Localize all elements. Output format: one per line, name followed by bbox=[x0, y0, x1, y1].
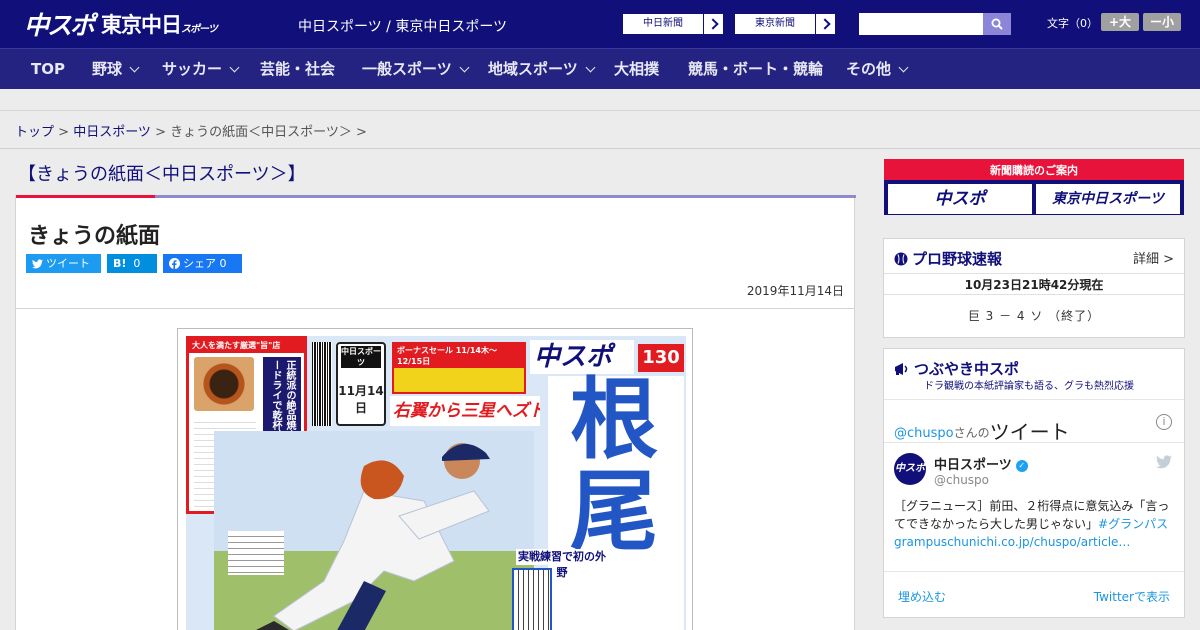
twitter-widget: つぶやき中スポ ドラ観戦の本紙評論家も語る、グラも熱烈応援 @chuspoさんの… bbox=[883, 348, 1185, 618]
article-card: きょうの紙面 ツイート B! 0 シェア 0 2019年11月14日 大人を満た… bbox=[15, 195, 856, 630]
main-nav: TOP 野球 サッカー 芸能・社会 一般スポーツ 地域スポーツ 大相撲 競馬・ボ… bbox=[0, 48, 1200, 89]
search-input[interactable] bbox=[859, 13, 983, 35]
barcode bbox=[312, 342, 332, 426]
nav-others[interactable]: その他 bbox=[846, 49, 909, 90]
megaphone-icon bbox=[895, 363, 908, 375]
sub-nav-strip bbox=[0, 89, 1200, 111]
twitter-widget-subtitle: ドラ観戦の本紙評論家も語る、グラも熱烈応援 bbox=[924, 381, 1134, 392]
search-button[interactable] bbox=[983, 13, 1011, 35]
grilled-meat-photo bbox=[194, 357, 254, 411]
twitter-widget-title: つぶやき中スポ bbox=[894, 358, 1019, 379]
masthead-date: 11月14日 bbox=[338, 384, 384, 415]
tweet-account-handle[interactable]: @chuspo bbox=[934, 473, 989, 487]
timeline-header: @chuspoさんのツイート i bbox=[884, 399, 1184, 444]
big-headline-name: 根 尾 bbox=[548, 376, 684, 630]
info-icon[interactable]: i bbox=[1156, 414, 1172, 430]
chevron-right-icon bbox=[815, 14, 835, 34]
masthead-date-plate: 中日スポーツ 11月14日 bbox=[336, 342, 386, 426]
baseball-update-time: 10月23日21時42分現在 bbox=[884, 273, 1184, 295]
chuspo-subscribe-logo[interactable]: 中スポ bbox=[888, 184, 1032, 214]
subscription-banner[interactable]: 新聞購読のご案内 中スポ 東京中日スポーツ bbox=[884, 159, 1184, 215]
chevron-down-icon bbox=[898, 62, 909, 73]
facebook-icon bbox=[169, 258, 180, 269]
baseball-icon bbox=[894, 252, 908, 266]
tweet-article-link[interactable]: grampuschunichi.co.jp/chuspo/article… bbox=[894, 535, 1130, 549]
photo-caption bbox=[228, 531, 284, 575]
site-title[interactable]: 中日スポーツ / 東京中日スポーツ bbox=[298, 16, 507, 36]
breadcrumb-top[interactable]: トップ bbox=[15, 125, 54, 140]
ad-headline: 大人を満たす厳選"旨"店 bbox=[189, 339, 304, 353]
chuspo-logo[interactable]: 中スポ bbox=[24, 6, 95, 42]
tweet-account-name[interactable]: 中日スポーツ ✓ bbox=[934, 454, 1028, 473]
hatena-icon: B! bbox=[113, 257, 127, 270]
breadcrumb-section[interactable]: 中日スポーツ bbox=[73, 125, 151, 140]
embed-link[interactable]: 埋め込む bbox=[898, 588, 946, 605]
newspaper-front-page-image[interactable]: 大人を満たす厳選"旨"店 正統派の絶品焼肉とスーパードライで乾杯！ 中日スポーツ… bbox=[177, 328, 693, 630]
subscription-heading: 新聞購読のご案内 bbox=[884, 162, 1184, 180]
timeline-handle[interactable]: @chuspoさんのツイート bbox=[894, 414, 1070, 444]
font-smaller-button[interactable]: ー小 bbox=[1143, 13, 1181, 31]
article-body-columns bbox=[512, 568, 552, 630]
font-size-label: 文字（0） bbox=[1047, 17, 1098, 30]
chevron-down-icon bbox=[129, 62, 140, 73]
nav-soccer[interactable]: サッカー bbox=[162, 49, 240, 90]
baseball-widget-title: プロ野球速報 bbox=[894, 248, 1002, 269]
search-icon bbox=[991, 18, 1003, 30]
baseball-score[interactable]: 巨 3 － 4 ソ （終了） bbox=[884, 307, 1184, 324]
top-header: 中スポ 東京中日スポーツ 中日スポーツ / 東京中日スポーツ 中日新聞 東京新聞… bbox=[0, 0, 1200, 48]
nav-local-sports[interactable]: 地域スポーツ bbox=[488, 49, 596, 90]
practice-caption: 実戦練習で初の外野 bbox=[516, 549, 608, 579]
site-logo[interactable]: 中スポ 東京中日スポーツ bbox=[24, 6, 218, 42]
card-divider bbox=[16, 308, 854, 309]
breadcrumb-current: きょうの紙面＜中日スポーツ＞ > bbox=[170, 125, 367, 140]
timeline-footer: 埋め込む Twitterで表示 bbox=[884, 571, 1184, 617]
paper-headline: 右翼から三星へズドン!! bbox=[390, 396, 540, 426]
breadcrumb: トップ > 中日スポーツ > きょうの紙面＜中日スポーツ＞ > bbox=[0, 111, 1200, 149]
tweet-button[interactable]: ツイート bbox=[26, 254, 101, 273]
twitter-icon bbox=[32, 259, 43, 269]
card-topline-accent bbox=[16, 195, 155, 198]
tweet-text: ［グラニュース］前田、２桁得点に意気込み「言ってできなかったら大した男じゃない」… bbox=[894, 499, 1170, 549]
nav-top[interactable]: TOP bbox=[31, 49, 65, 90]
nav-general-sports[interactable]: 一般スポーツ bbox=[362, 49, 470, 90]
baseball-scores-widget: プロ野球速報 詳細 > 10月23日21時42分現在 巨 3 － 4 ソ （終了… bbox=[883, 238, 1185, 338]
chevron-right-icon bbox=[703, 14, 723, 34]
chunichi-shimbun-link[interactable]: 中日新聞 bbox=[622, 13, 724, 35]
verified-badge-icon: ✓ bbox=[1015, 460, 1028, 472]
chevron-down-icon bbox=[459, 62, 470, 73]
view-on-twitter-link[interactable]: Twitterで表示 bbox=[1094, 588, 1170, 605]
nav-entertainment[interactable]: 芸能・社会 bbox=[260, 49, 335, 90]
avatar[interactable]: 中スポ bbox=[894, 453, 926, 485]
article-date: 2019年11月14日 bbox=[746, 284, 844, 298]
newspaper-page: 大人を満たす厳選"旨"店 正統派の絶品焼肉とスーパードライで乾杯！ 中日スポーツ… bbox=[186, 336, 686, 630]
chevron-down-icon bbox=[585, 62, 596, 73]
page-heading: 【きょうの紙面＜中日スポーツ＞】 bbox=[18, 164, 306, 185]
article-title: きょうの紙面 bbox=[28, 224, 161, 249]
hatena-bookmark-button[interactable]: B! 0 bbox=[107, 254, 157, 273]
nav-baseball[interactable]: 野球 bbox=[92, 49, 140, 90]
chevron-down-icon bbox=[229, 62, 240, 73]
nav-sumo[interactable]: 大相撲 bbox=[614, 49, 659, 90]
twitter-bird-icon[interactable] bbox=[1156, 455, 1172, 469]
tokyo-chunichi-logo[interactable]: 東京中日スポーツ bbox=[101, 9, 218, 39]
hashtag-link[interactable]: #グランパス bbox=[1098, 517, 1168, 531]
facebook-share-button[interactable]: シェア 0 bbox=[163, 254, 242, 273]
nav-racing[interactable]: 競馬・ボート・競輪 bbox=[688, 49, 823, 90]
tokyo-chunichi-subscribe-logo[interactable]: 東京中日スポーツ bbox=[1036, 184, 1180, 214]
font-larger-button[interactable]: +大 bbox=[1101, 13, 1139, 31]
baseball-details-link[interactable]: 詳細 > bbox=[1133, 248, 1174, 267]
masthead-logo: 中日スポーツ bbox=[341, 346, 381, 368]
tokyo-shimbun-link[interactable]: 東京新聞 bbox=[734, 13, 836, 35]
sale-banner: ボーナスセール 11/14木〜12/15日 bbox=[392, 342, 526, 394]
